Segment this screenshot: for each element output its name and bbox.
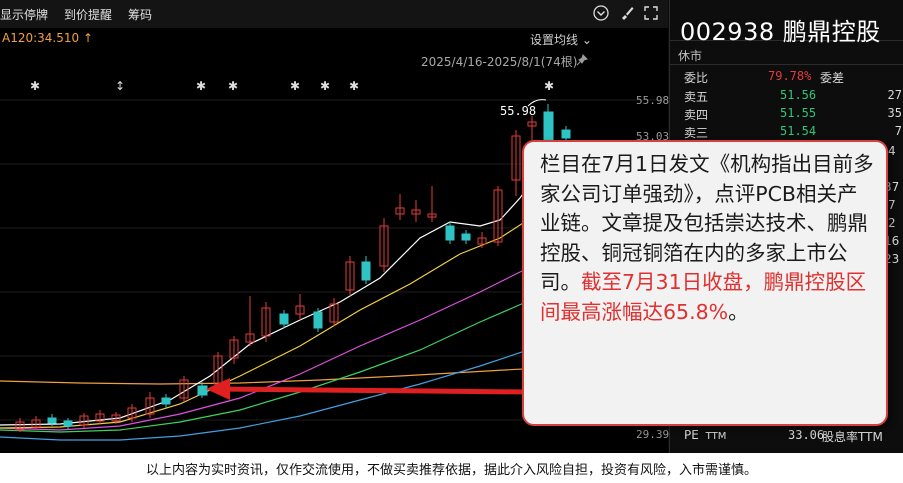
- candle: [145, 392, 155, 418]
- event-marker: ✱: [544, 79, 554, 93]
- candle: [313, 308, 323, 332]
- event-marker: ✱: [228, 79, 238, 93]
- fullscreen-icon[interactable]: [642, 4, 660, 22]
- disclaimer-text: 以上内容为实时资讯，仅作交流使用，不做买卖推荐依据，据此介入风险自担，投资有风险…: [145, 463, 757, 478]
- candle: [345, 256, 355, 296]
- weicha-label: 委差: [820, 71, 845, 85]
- pin-icon[interactable]: [576, 54, 588, 66]
- candle: [527, 116, 537, 140]
- order-volume: 7: [888, 198, 896, 212]
- chart-toolbar: 显示停牌 到价提醒 筹码: [0, 0, 668, 29]
- date-range-label: 2025/4/16-2025/8/1(74根): [421, 55, 578, 69]
- weibi-label: 委比: [684, 71, 709, 85]
- candle: [395, 194, 405, 220]
- order-price: 51.55: [780, 106, 817, 120]
- order-price: 51.54: [780, 124, 817, 138]
- order-label: 卖四: [684, 108, 709, 122]
- show-suspended-button[interactable]: 显示停牌: [0, 6, 48, 23]
- ma120-label: A120:34.510 ↑: [2, 31, 94, 45]
- event-marker: ✱: [30, 79, 40, 93]
- candle: [261, 302, 271, 342]
- annotation-tail-text: 。: [728, 299, 749, 324]
- candle: [245, 296, 255, 346]
- divider: [669, 64, 903, 65]
- event-marker: ✱: [196, 79, 206, 93]
- candle: [461, 230, 471, 244]
- event-marker: ✱: [320, 79, 330, 93]
- dividend-yield-label: 股息率TTM: [822, 430, 883, 444]
- order-label: 卖三: [684, 126, 709, 140]
- candle: [445, 222, 455, 244]
- candle: [329, 298, 339, 326]
- ma5-line: [0, 169, 541, 426]
- candle: [95, 410, 105, 424]
- candle: [279, 310, 289, 328]
- pe-row: PE TTM 33.06 股息率TTM: [684, 428, 883, 444]
- news-annotation-text: 栏目在7月1日发文《机构指出目前多家公司订单强劲》，点评PCB相关产业链。文章提…: [540, 150, 875, 327]
- candle: [511, 130, 521, 196]
- candle: [427, 186, 437, 222]
- weibi-value: 79.78%: [768, 69, 812, 83]
- brush-icon[interactable]: [618, 4, 636, 22]
- event-marker: ✱: [349, 79, 359, 93]
- event-marker: ✱: [290, 79, 300, 93]
- order-volume: 35: [887, 106, 902, 120]
- price-alert-button[interactable]: 到价提醒: [64, 6, 112, 23]
- annotation-highlight-text: 截至7月31日收盘，鹏鼎控股区间最高涨幅达65.8%: [540, 270, 867, 324]
- order-volume: 27: [887, 88, 902, 102]
- candle: [361, 256, 371, 284]
- pe-sub-label: TTM: [705, 431, 727, 442]
- moving-average-settings[interactable]: 设置均线 ⌄: [530, 31, 592, 48]
- candle: [295, 294, 305, 320]
- pe-value: 33.06: [788, 428, 825, 442]
- stock-title: 002938 鹏鼎控股: [680, 18, 881, 46]
- order-volume: 2: [888, 216, 896, 230]
- chevron-down-circle-icon[interactable]: [592, 4, 610, 22]
- order-price: 51.56: [780, 88, 817, 102]
- price-tick-label: 55.98: [636, 94, 670, 107]
- candle: [161, 394, 171, 408]
- event-marker: ↕: [115, 79, 125, 93]
- order-volume: 7: [894, 124, 902, 138]
- event-markers: ✱ ↕ ✱ ✱ ✱ ✱ ✱ ✱: [30, 79, 554, 93]
- chips-button[interactable]: 筹码: [128, 6, 152, 23]
- candle: [379, 218, 389, 272]
- candle: [179, 376, 189, 402]
- pe-label: PE: [684, 428, 699, 442]
- peak-price-label: 55.98: [500, 104, 537, 118]
- order-volume: 4: [888, 144, 896, 158]
- candle: [411, 200, 421, 222]
- order-label: 卖五: [684, 90, 709, 104]
- candle: [477, 232, 487, 248]
- price-tick-label: 29.39: [636, 428, 670, 441]
- pointer-arrow: [206, 378, 529, 400]
- market-status: 休市: [678, 49, 703, 63]
